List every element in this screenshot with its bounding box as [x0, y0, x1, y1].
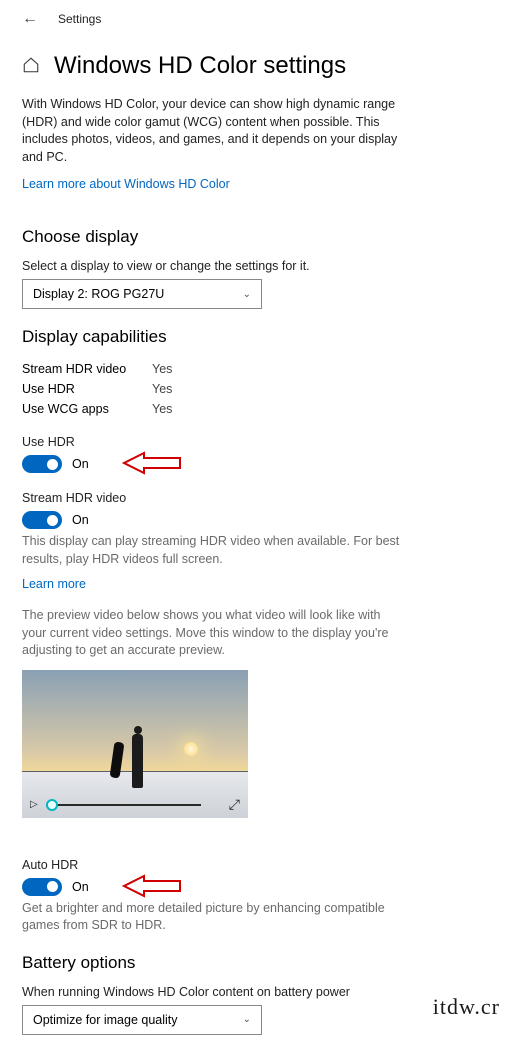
chevron-down-icon: ⌄ — [243, 289, 251, 300]
auto-hdr-toggle[interactable] — [22, 878, 62, 896]
learn-more-hd-color-link[interactable]: Learn more about Windows HD Color — [22, 177, 230, 191]
cap-value: Yes — [152, 402, 172, 416]
cap-label: Use HDR — [22, 382, 152, 396]
choose-display-heading: Choose display — [22, 227, 484, 247]
battery-select-value: Optimize for image quality — [33, 1013, 178, 1027]
capabilities-heading: Display capabilities — [22, 327, 484, 347]
chevron-down-icon: ⌄ — [243, 1014, 251, 1025]
stream-hdr-title: Stream HDR video — [22, 491, 484, 505]
battery-label: When running Windows HD Color content on… — [22, 985, 484, 999]
battery-select[interactable]: Optimize for image quality ⌄ — [22, 1005, 262, 1035]
video-progress-slider[interactable] — [46, 804, 201, 806]
battery-heading: Battery options — [22, 953, 484, 973]
back-button[interactable]: ← — [22, 10, 38, 28]
auto-hdr-state: On — [72, 880, 89, 894]
video-preview: ▷ ⤢ — [22, 670, 248, 818]
stream-hdr-desc: This display can play streaming HDR vide… — [22, 533, 402, 568]
cap-label: Stream HDR video — [22, 362, 152, 376]
capabilities-table: Stream HDR video Yes Use HDR Yes Use WCG… — [22, 359, 484, 419]
table-row: Use WCG apps Yes — [22, 399, 484, 419]
home-icon[interactable] — [22, 56, 40, 77]
choose-display-label: Select a display to view or change the s… — [22, 259, 484, 273]
use-hdr-state: On — [72, 457, 89, 471]
preview-desc: The preview video below shows you what v… — [22, 607, 402, 660]
annotation-arrow-icon — [122, 872, 182, 900]
play-button[interactable]: ▷ — [30, 799, 38, 810]
cap-value: Yes — [152, 382, 172, 396]
table-row: Use HDR Yes — [22, 379, 484, 399]
topbar-title: Settings — [58, 12, 101, 26]
display-select[interactable]: Display 2: ROG PG27U ⌄ — [22, 279, 262, 309]
fullscreen-button[interactable]: ⤢ — [229, 796, 240, 813]
cap-value: Yes — [152, 362, 172, 376]
auto-hdr-title: Auto HDR — [22, 858, 484, 872]
stream-hdr-toggle[interactable] — [22, 511, 62, 529]
use-hdr-toggle[interactable] — [22, 455, 62, 473]
use-hdr-title: Use HDR — [22, 435, 484, 449]
page-title: Windows HD Color settings — [54, 52, 346, 80]
table-row: Stream HDR video Yes — [22, 359, 484, 379]
stream-hdr-learn-more-link[interactable]: Learn more — [22, 577, 86, 591]
watermark: itdw.cr — [433, 994, 500, 1020]
page-description: With Windows HD Color, your device can s… — [22, 96, 402, 166]
auto-hdr-desc: Get a brighter and more detailed picture… — [22, 900, 402, 935]
display-select-value: Display 2: ROG PG27U — [33, 287, 164, 301]
stream-hdr-state: On — [72, 513, 89, 527]
annotation-arrow-icon — [122, 449, 182, 477]
cap-label: Use WCG apps — [22, 402, 152, 416]
